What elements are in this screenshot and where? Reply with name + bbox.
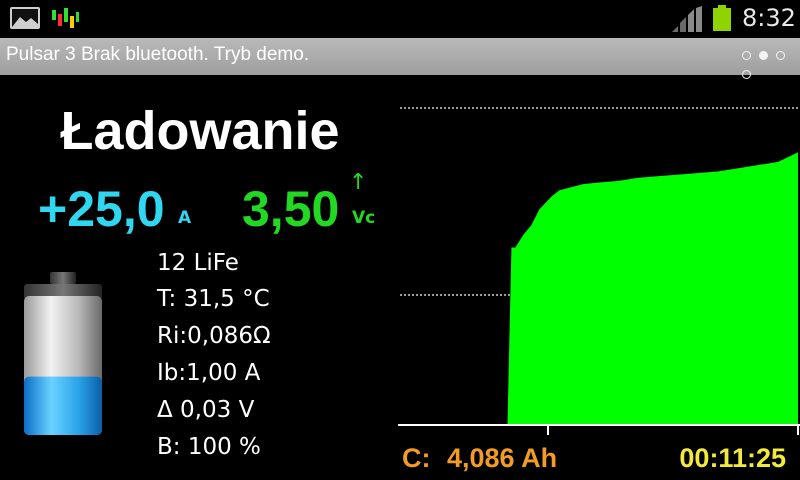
elapsed-time: 00:11:25 (679, 443, 786, 473)
gallery-icon (10, 7, 40, 29)
page-indicator[interactable] (742, 51, 800, 79)
current-value: +25,0 (38, 181, 165, 237)
charge-mode-label: Ładowanie (60, 101, 340, 161)
app-notification-icon (52, 8, 79, 28)
app-title: Pulsar 3 Brak bluetooth. Tryb demo. (6, 44, 310, 65)
param-delta-voltage: Δ 0,03 V (157, 397, 255, 423)
voltage-value: 3,50 (242, 181, 340, 237)
page-dot[interactable] (742, 70, 751, 79)
status-bar: 8:32 (0, 0, 800, 38)
current-unit: A (178, 208, 192, 228)
battery-fill (24, 376, 102, 435)
signal-icon (672, 6, 702, 32)
battery-icon (713, 5, 731, 31)
capacity-label: C: (402, 443, 431, 473)
battery-level-icon (24, 272, 102, 435)
param-resistance: Ri:0,086Ω (157, 323, 271, 349)
param-balance: B: 100 % (157, 434, 261, 460)
status-time: 8:32 (742, 4, 796, 32)
charge-chart (398, 107, 800, 435)
page-dot-active[interactable] (759, 51, 769, 60)
param-balance-current: Ib:1,00 A (157, 360, 261, 386)
page-dot[interactable] (776, 51, 786, 60)
voltage-unit: Vc (352, 208, 376, 228)
param-cells: 12 LiFe (157, 250, 239, 276)
param-temperature: T: 31,5 °C (157, 286, 270, 312)
capacity-value: 4,086 Ah (447, 443, 558, 473)
voltage-trend-arrow-icon: ↑ (349, 170, 368, 195)
title-bar: Pulsar 3 Brak bluetooth. Tryb demo. (0, 38, 800, 79)
page-dot[interactable] (742, 51, 751, 60)
charge-curve-area (400, 152, 798, 425)
